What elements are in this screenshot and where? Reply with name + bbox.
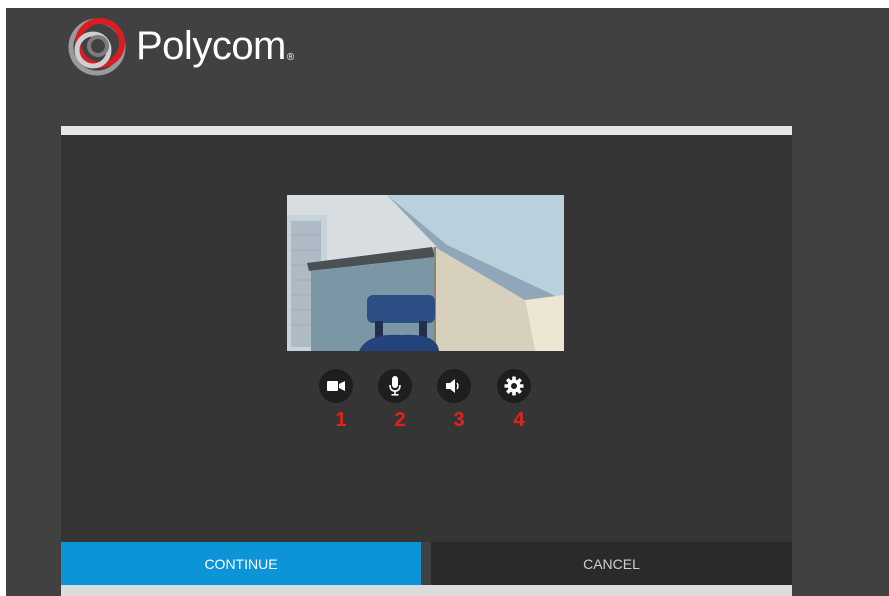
video-camera-icon: [327, 381, 345, 391]
annotation-number-3: 3: [453, 409, 465, 431]
polycom-logo: Polycom®: [66, 14, 316, 84]
media-controls: 1 2 3 4: [319, 369, 539, 435]
microphone-button[interactable]: [378, 369, 412, 403]
continue-button[interactable]: CONTINUE: [61, 542, 421, 585]
polycom-logo-icon: [68, 18, 126, 76]
brand-name: Polycom®: [136, 24, 294, 68]
cancel-button[interactable]: CANCEL: [431, 542, 792, 585]
annotation-number-4: 4: [513, 409, 525, 431]
annotation-number-2: 2: [394, 409, 406, 431]
speaker-button[interactable]: [437, 369, 471, 403]
panel-top-border: [61, 126, 792, 135]
microphone-icon: [389, 376, 401, 396]
camera-preview-image: [287, 195, 564, 351]
camera-button[interactable]: [319, 369, 353, 403]
annotation-number-1: 1: [335, 409, 347, 431]
gear-icon: [504, 376, 524, 396]
settings-button[interactable]: [497, 369, 531, 403]
panel-bottom-border: [61, 585, 792, 596]
camera-preview: [287, 195, 564, 351]
speaker-icon: [446, 379, 459, 393]
